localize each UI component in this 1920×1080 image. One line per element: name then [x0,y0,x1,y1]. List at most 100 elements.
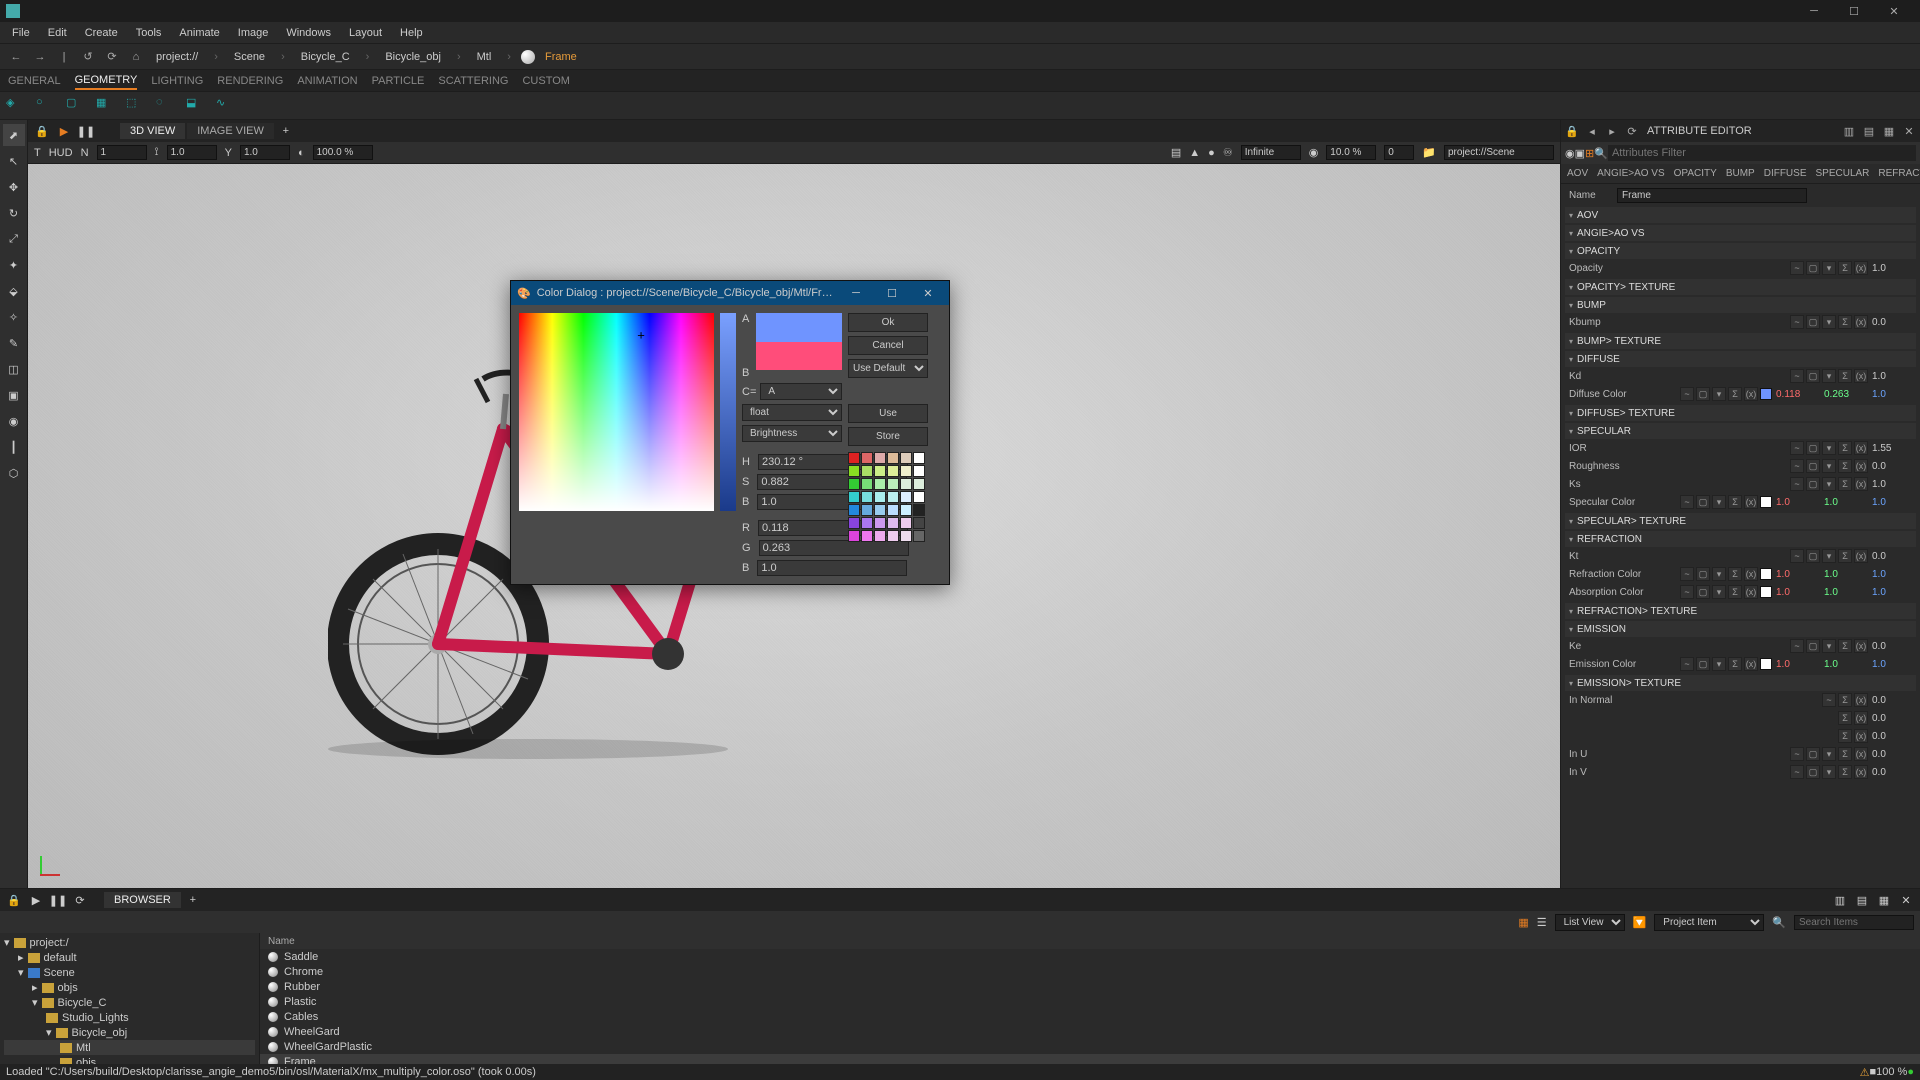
tree-mtl[interactable]: Mtl [76,1042,91,1054]
palette-swatch[interactable] [861,504,873,516]
prim-wirecyl-icon[interactable]: ⬓ [186,96,206,116]
breadcrumb-1[interactable]: Scene [228,49,271,65]
palette-swatch[interactable] [900,530,912,542]
palette-swatch[interactable] [887,478,899,490]
palette-swatch[interactable] [900,517,912,529]
palette-swatch[interactable] [913,465,925,477]
tree-studio-lights[interactable]: Studio_Lights [62,1012,129,1024]
hud-label[interactable]: HUD [49,147,73,159]
vp-path-field[interactable] [1444,145,1554,160]
browser-tab[interactable]: BROWSER [104,892,181,908]
kbump-value[interactable]: 0.0 [1872,317,1916,328]
palette-swatch[interactable] [848,478,860,490]
browser-l1-icon[interactable]: ▥ [1830,890,1850,910]
abs-g[interactable]: 1.0 [1824,587,1868,598]
palette-swatch[interactable] [900,478,912,490]
vp-n-field[interactable] [97,145,147,160]
use-default-select[interactable]: Use Default [848,359,928,378]
view-mode-select[interactable]: List View [1555,914,1625,931]
refr-r[interactable]: 1.0 [1776,569,1820,580]
rtab-angie[interactable]: ANGIE>AO VS [1593,167,1669,180]
innorm-x[interactable]: 0.0 [1872,695,1916,706]
shelf-geometry[interactable]: GEOMETRY [75,72,138,90]
browser-refresh-icon[interactable]: ⟳ [70,890,90,910]
sec-emission-tex[interactable]: EMISSION> TEXTURE [1565,675,1916,691]
prim-cube-icon[interactable]: ◈ [6,96,26,116]
project-tree[interactable]: ▾project:/ ▸default ▾Scene ▸objs ▾Bicycl… [0,933,260,1064]
attr-lock-icon[interactable]: 🔒 [1563,122,1581,140]
palette-swatch[interactable] [913,491,925,503]
browser-l3-icon[interactable]: ▦ [1874,890,1894,910]
menu-create[interactable]: Create [77,25,126,41]
abs-r[interactable]: 1.0 [1776,587,1820,598]
palette-swatch[interactable] [861,452,873,464]
palette-swatch[interactable] [887,491,899,503]
vp-zoom-field[interactable] [1326,145,1376,160]
innorm-z[interactable]: 0.0 [1872,731,1916,742]
menu-image[interactable]: Image [230,25,277,41]
palette-swatch[interactable] [861,491,873,503]
tree-default[interactable]: default [44,952,77,964]
menu-help[interactable]: Help [392,25,431,41]
tool-move[interactable]: ✥ [3,176,25,198]
dialog-maximize[interactable]: ☐ [877,281,907,305]
c-select[interactable]: A [760,383,842,400]
palette-swatch[interactable] [887,504,899,516]
tool-measure[interactable]: ┃ [3,436,25,458]
shelf-animation[interactable]: ANIMATION [297,73,357,89]
shelf-particle[interactable]: PARTICLE [372,73,425,89]
attr-close-icon[interactable]: ✕ [1900,122,1918,140]
vp-infinite-field[interactable] [1241,145,1301,160]
vp-stat1-icon[interactable]: ▤ [1171,146,1181,159]
browser-search-field[interactable] [1794,915,1914,930]
tool-magic[interactable]: ✧ [3,306,25,328]
status-stop-icon[interactable]: ■ [1869,1066,1876,1078]
filter-select[interactable]: Project Item [1654,914,1764,931]
diffuse-r[interactable]: 0.118 [1776,389,1820,400]
palette-swatch[interactable] [874,491,886,503]
palette-swatch[interactable] [848,517,860,529]
attr-layout1-icon[interactable]: ▥ [1840,122,1858,140]
type-select[interactable]: float [742,404,842,421]
vp-stat3-icon[interactable]: ● [1208,147,1215,159]
prim-wiresphere-icon[interactable]: ◌ [156,96,176,116]
palette-swatch[interactable] [900,491,912,503]
prim-cylinder-icon[interactable]: ▢ [66,96,86,116]
tree-project[interactable]: project:/ [30,937,69,949]
inv-value[interactable]: 0.0 [1872,767,1916,778]
window-maximize[interactable]: ☐ [1834,0,1874,22]
browser-play-icon[interactable]: ▶ [26,890,46,910]
rtab-aov[interactable]: AOV [1563,167,1592,180]
attr-layout2-icon[interactable]: ▤ [1860,122,1878,140]
swatch-b[interactable] [756,342,842,371]
prim-wirecube-icon[interactable]: ⬚ [126,96,146,116]
vp-y-field[interactable] [240,145,290,160]
palette-swatch[interactable] [848,530,860,542]
emi-r[interactable]: 1.0 [1776,659,1820,670]
palette-swatch[interactable] [913,517,925,529]
rtab-diffuse[interactable]: DIFFUSE [1760,167,1811,180]
browser-tab-add[interactable]: + [183,890,203,910]
prim-grid-icon[interactable]: ▦ [96,96,116,116]
emi-g[interactable]: 1.0 [1824,659,1868,670]
color-picker-area[interactable]: + [519,313,714,511]
browser-close-icon[interactable]: ✕ [1896,890,1916,910]
palette-swatch[interactable] [861,465,873,477]
attr-filter-field[interactable] [1608,145,1916,161]
rtab-refraction[interactable]: REFRACTION [1874,167,1920,180]
inu-value[interactable]: 0.0 [1872,749,1916,760]
shelf-rendering[interactable]: RENDERING [217,73,283,89]
sec-bump-tex[interactable]: BUMP> TEXTURE [1565,333,1916,349]
palette-swatch[interactable] [848,491,860,503]
swatch-a[interactable] [756,313,842,342]
palette-swatch[interactable] [848,504,860,516]
tool-rotate[interactable]: ↻ [3,202,25,224]
spec-b[interactable]: 1.0 [1872,497,1916,508]
vp-pct-field[interactable] [313,145,373,160]
browser-lock-icon[interactable]: 🔒 [4,890,24,910]
tree-bicycle-c[interactable]: Bicycle_C [58,997,107,1009]
palette-swatch[interactable] [913,530,925,542]
palette-swatch[interactable] [848,452,860,464]
grid-icon[interactable]: ▦ [1518,916,1528,929]
attr-filter-icon[interactable]: ⊞ [1585,147,1594,160]
